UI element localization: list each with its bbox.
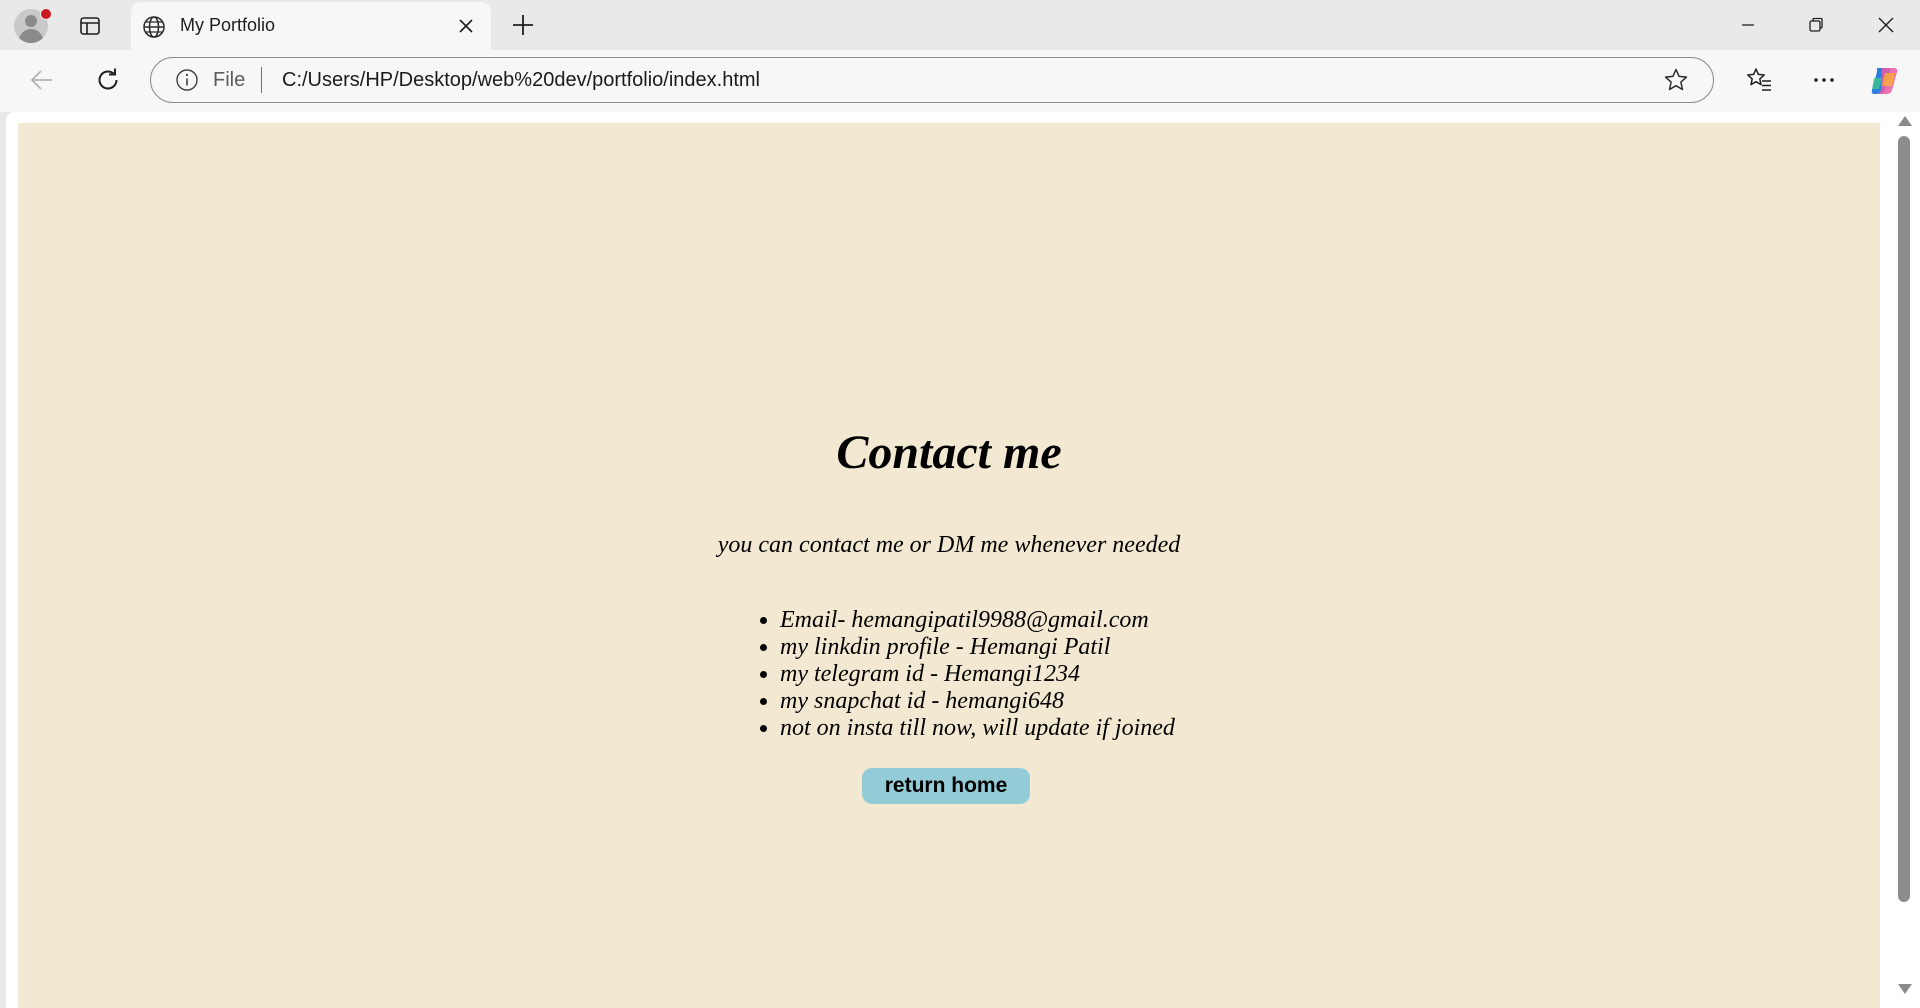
tab-my-portfolio[interactable]: My Portfolio [131,2,491,50]
new-tab-icon[interactable] [510,12,536,38]
url-text[interactable]: C:/Users/HP/Desktop/web%20dev/portfolio/… [282,69,760,92]
contact-snapchat: my snapchat id - hemangi648 [780,688,1175,715]
scheme-label: File [213,69,246,91]
restore-icon[interactable] [1804,13,1828,37]
scroll-down-arrow-icon[interactable] [1898,984,1912,994]
tab-strip: My Portfolio [0,0,1920,50]
address-bar[interactable]: File C:/Users/HP/Desktop/web%20dev/portf… [150,57,1714,103]
contact-telegram: my telegram id - Hemangi1234 [780,661,1175,688]
page-title: Contact me [836,426,1062,479]
favorite-star-icon[interactable] [1663,67,1689,93]
favorites-icon[interactable] [1745,66,1773,94]
notification-dot [40,8,52,20]
avatar-head [25,15,37,27]
scroll-thumb[interactable] [1898,136,1910,902]
close-window-icon[interactable] [1874,13,1898,37]
vertical-scrollbar[interactable] [1894,112,1914,1008]
contact-list: Email- hemangipatil9988@gmail.com my lin… [780,607,1175,742]
tab-actions-icon[interactable] [78,14,102,38]
globe-icon [143,16,165,38]
tab-title: My Portfolio [180,15,276,35]
close-tab-icon[interactable] [456,16,476,36]
copilot-icon[interactable] [1868,64,1902,98]
back-arrow-icon[interactable] [28,66,56,94]
site-info-icon[interactable] [175,68,199,92]
contact-email: Email- hemangipatil9988@gmail.com [780,607,1175,634]
address-divider [261,67,262,93]
contact-linkedin: my linkdin profile - Hemangi Patil [780,634,1175,661]
web-viewport: Contact me you can contact me or DM me w… [6,112,1920,1008]
minimize-icon[interactable] [1736,13,1760,37]
avatar-shoulders [19,29,43,43]
reload-icon[interactable] [94,66,122,94]
browser-toolbar: File C:/Users/HP/Desktop/web%20dev/portf… [0,50,1920,112]
page-subtitle: you can contact me or DM me whenever nee… [717,532,1181,558]
scroll-up-arrow-icon[interactable] [1898,116,1912,126]
more-menu-icon[interactable] [1810,66,1838,94]
return-home-button[interactable]: return home [862,768,1030,804]
contact-page: Contact me you can contact me or DM me w… [18,123,1880,1008]
contact-instagram: not on insta till now, will update if jo… [780,715,1175,742]
